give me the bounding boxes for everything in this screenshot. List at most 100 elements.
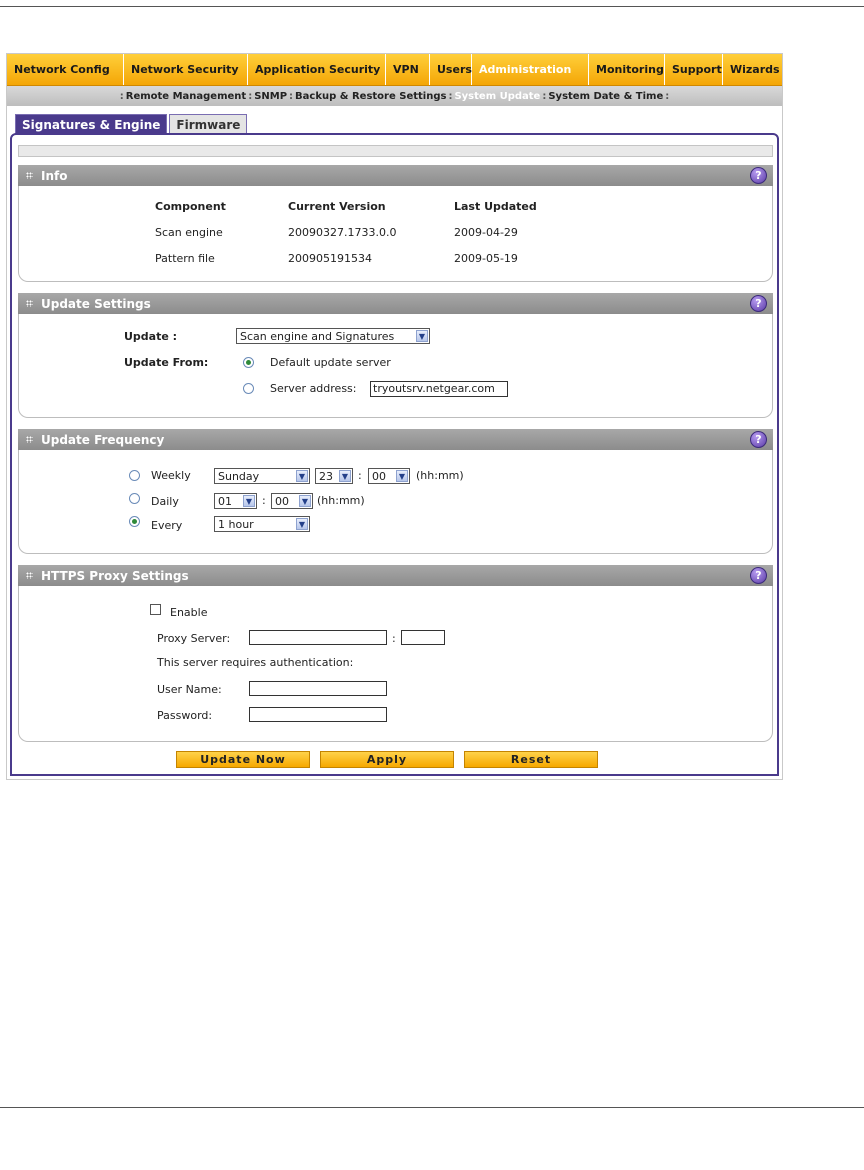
menu-wizards[interactable]: Wizards [723,54,782,85]
default-server-radio[interactable] [243,357,254,368]
time-separator: : [358,469,362,482]
update-from-label: Update From: [124,356,209,369]
info-header: Info ? [18,165,773,186]
grip-icon [26,300,33,307]
col-current-version: Current Version [288,200,386,213]
sub-menu-separator: : [289,90,294,102]
menu-administration[interactable]: Administration [472,54,589,85]
auth-note: This server requires authentication: [157,656,354,669]
menu-network-config[interactable]: Network Config [7,54,124,85]
submenu-system-update[interactable]: System Update [454,91,540,102]
chevron-down-icon: ▼ [299,495,311,507]
weekly-minute-select[interactable]: 00 ▼ [368,468,410,484]
tab-signatures-engine[interactable]: Signatures & Engine [15,114,168,134]
weekly-day-value: Sunday [218,469,260,483]
tab-content: Info ? Component Current Version Last Up… [10,133,779,776]
update-settings-title: Update Settings [41,296,151,311]
user-name-input[interactable] [249,681,387,696]
menu-vpn[interactable]: VPN [386,54,430,85]
info-body: Component Current Version Last Updated S… [18,186,773,282]
enable-checkbox[interactable] [150,604,161,615]
submenu-system-date-time[interactable]: System Date & Time [548,91,663,102]
every-radio[interactable] [129,516,140,527]
grip-icon [26,172,33,179]
daily-radio[interactable] [129,493,140,504]
info-cell: Pattern file [155,252,215,265]
reset-button[interactable]: Reset [464,751,598,768]
menu-network-security[interactable]: Network Security [124,54,248,85]
update-select[interactable]: Scan engine and Signatures ▼ [236,328,430,344]
submenu-backup-restore[interactable]: Backup & Restore Settings [295,91,446,102]
chevron-down-icon: ▼ [296,518,308,530]
info-cell: 200905191534 [288,252,372,265]
proxy-server-label: Proxy Server: [157,632,231,645]
server-address-radio[interactable] [243,383,254,394]
update-frequency-header: Update Frequency ? [18,429,773,450]
update-label: Update : [124,330,178,343]
https-proxy-title: HTTPS Proxy Settings [41,568,189,583]
menu-monitoring[interactable]: Monitoring [589,54,665,85]
https-proxy-body: Enable Proxy Server: : This server requi… [18,586,773,742]
every-select[interactable]: 1 hour ▼ [214,516,310,532]
sub-menu-separator: : [248,90,253,102]
update-settings-body: Update : Scan engine and Signatures ▼ Up… [18,314,773,418]
server-address-input[interactable]: tryoutsrv.netgear.com [370,381,508,397]
default-server-label: Default update server [270,356,391,369]
time-separator: : [262,494,266,507]
top-rule [0,6,864,7]
weekly-label: Weekly [151,469,191,482]
password-input[interactable] [249,707,387,722]
chevron-down-icon: ▼ [296,470,308,482]
bottom-rule [0,1107,864,1108]
info-title: Info [41,168,68,183]
proxy-server-input[interactable] [249,630,387,645]
help-icon[interactable]: ? [750,295,767,312]
daily-hour-select[interactable]: 01 ▼ [214,493,257,509]
weekly-radio[interactable] [129,470,140,481]
sub-menu: : Remote Management : SNMP : Backup & Re… [7,86,782,106]
every-label: Every [151,519,183,532]
grip-icon [26,436,33,443]
apply-button[interactable]: Apply [320,751,454,768]
col-last-updated: Last Updated [454,200,537,213]
admin-window: Network Config Network Security Applicat… [6,53,783,780]
info-cell: 2009-04-29 [454,226,518,239]
update-select-value: Scan engine and Signatures [240,329,395,343]
help-icon[interactable]: ? [750,567,767,584]
grip-icon [26,572,33,579]
menu-users[interactable]: Users [430,54,472,85]
help-icon[interactable]: ? [750,167,767,184]
chevron-down-icon: ▼ [243,495,255,507]
submenu-snmp[interactable]: SNMP [254,91,287,102]
sub-menu-separator: : [448,90,453,102]
server-address-label: Server address: [270,382,357,395]
tab-firmware[interactable]: Firmware [169,114,248,134]
weekly-hour-select[interactable]: 23 ▼ [315,468,353,484]
weekly-hour-value: 23 [319,469,333,483]
sub-menu-separator: : [542,90,547,102]
https-proxy-header: HTTPS Proxy Settings ? [18,565,773,586]
daily-minute-select[interactable]: 00 ▼ [271,493,313,509]
status-strip [18,145,773,157]
enable-label: Enable [170,606,208,619]
every-value: 1 hour [218,517,254,531]
weekly-hhmm: (hh:mm) [416,469,464,482]
tab-bar: Signatures & Engine Firmware [15,114,249,134]
sub-menu-separator: : [119,90,124,102]
daily-hhmm: (hh:mm) [317,494,365,507]
update-settings-header: Update Settings ? [18,293,773,314]
col-component: Component [155,200,226,213]
help-icon[interactable]: ? [750,431,767,448]
submenu-remote-management[interactable]: Remote Management [126,91,246,102]
user-name-label: User Name: [157,683,222,696]
proxy-port-input[interactable] [401,630,445,645]
menu-application-security[interactable]: Application Security [248,54,386,85]
menu-support[interactable]: Support [665,54,723,85]
weekly-day-select[interactable]: Sunday ▼ [214,468,310,484]
update-now-button[interactable]: Update Now [176,751,310,768]
chevron-down-icon: ▼ [396,470,408,482]
weekly-minute-value: 00 [372,469,386,483]
info-cell: Scan engine [155,226,223,239]
info-cell: 2009-05-19 [454,252,518,265]
sub-menu-separator: : [665,90,670,102]
